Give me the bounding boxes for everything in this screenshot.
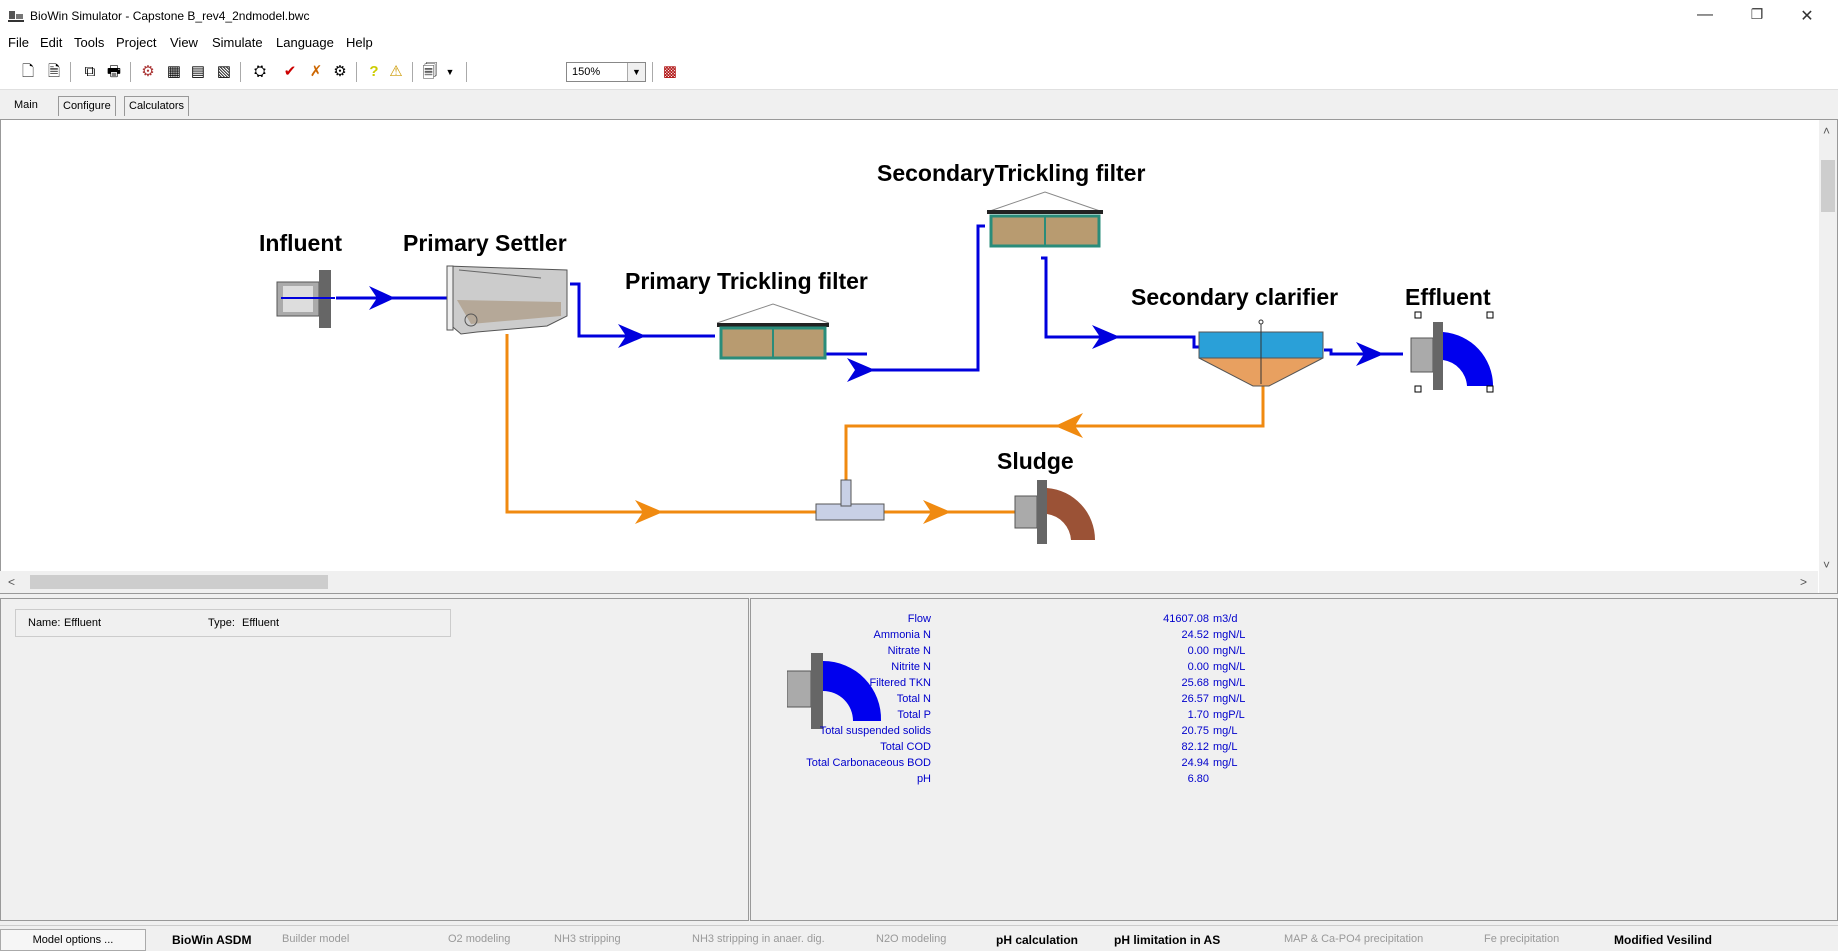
- copy-icon[interactable]: ⧉: [80, 62, 100, 82]
- stat-row: Total N 26.57 mgN/L: [896, 693, 1246, 705]
- stat-row: Total Carbonaceous BOD 24.94 mg/L: [806, 757, 1238, 769]
- check-icon[interactable]: ✔: [280, 62, 300, 82]
- menu-help[interactable]: Help: [346, 35, 373, 50]
- stat-row: pH 6.80: [916, 773, 1209, 785]
- grid-icon[interactable]: ▩: [660, 62, 680, 82]
- label-sludge: Sludge: [997, 448, 1074, 474]
- stat-row: Flow 41607.08 m3/d: [907, 613, 1238, 625]
- secondary-clarifier-unit: [1198, 319, 1324, 387]
- report-icon[interactable]: 🗐: [420, 62, 440, 82]
- label-primary-trickling-filter: Primary Trickling filter: [625, 268, 868, 294]
- status-item: pH calculation: [996, 933, 1079, 947]
- wrench-icon[interactable]: ✗: [306, 62, 326, 82]
- scroll-right-icon[interactable]: >: [1800, 575, 1807, 589]
- horizontal-scroll-thumb[interactable]: [30, 575, 328, 589]
- menu-view[interactable]: View: [170, 35, 198, 50]
- stat-row: Nitrate N 0.00 mgN/L: [887, 645, 1246, 657]
- stat-row: Ammonia N 24.52 mgN/L: [873, 629, 1246, 641]
- report-dropdown-icon[interactable]: ▼: [440, 62, 460, 82]
- settings-icon[interactable]: ⚙: [330, 62, 350, 82]
- stat-row: Total P 1.70 mgP/L: [897, 709, 1245, 721]
- label-secondary-clarifier: Secondary clarifier: [1131, 284, 1339, 310]
- table-icon[interactable]: ▦: [164, 62, 184, 82]
- new-file-icon[interactable]: 🗋: [18, 62, 38, 82]
- element-stats-panel: Flow 41607.08 m3/d Ammonia N 24.52 mgN/L Nit…: [750, 598, 1838, 921]
- menu-tools[interactable]: Tools: [74, 35, 104, 50]
- toolbar: 🗋 🗎 ⧉ 🖶 ⚙ ▦ ▤ ▧ ⛭ ✔ ✗ ⚙ ? ⚠ 🗐 ▼ 150% ▼ ▩: [0, 54, 1838, 90]
- label-primary-settler: Primary Settler: [403, 230, 567, 256]
- primary-settler-unit: [446, 265, 568, 335]
- status-item: Modified Vesilind: [1614, 933, 1713, 947]
- element-info-box: Name: Effluent Type: Effluent: [15, 609, 451, 637]
- title-bar: BioWin Simulator - Capstone B_rev4_2ndmo…: [0, 0, 1838, 32]
- menu-file[interactable]: File: [8, 35, 29, 50]
- status-item: NH3 stripping: [554, 933, 621, 945]
- type-value: Effluent: [242, 617, 280, 629]
- status-model-name: BioWin ASDM: [172, 933, 252, 947]
- status-item: NH3 stripping in anaer. dig.: [692, 933, 825, 945]
- stats-list: Flow 41607.08 m3/d Ammonia N 24.52 mgN/L Nit…: [751, 613, 1251, 789]
- menu-bar: File Edit Tools Project View Simulate La…: [0, 32, 1838, 54]
- vertical-scrollbar[interactable]: ˄ ˅: [1819, 120, 1837, 593]
- tab-calculators[interactable]: Calculators: [124, 96, 190, 116]
- name-value: Effluent: [64, 617, 102, 629]
- sludge-unit: [1014, 480, 1096, 544]
- model-options-button[interactable]: Model options ...: [0, 929, 146, 951]
- influent-unit: [276, 270, 335, 328]
- splitter-unit: [815, 479, 885, 521]
- primary-trickling-filter-unit: [716, 303, 830, 360]
- flowsheet-canvas[interactable]: Influent Primary Settler Primary Trickli…: [0, 119, 1838, 594]
- tab-strip: Main Configure Calculators: [0, 91, 1838, 117]
- help-icon[interactable]: ?: [364, 62, 384, 82]
- status-item: Builder model: [282, 933, 350, 945]
- app-icon: [8, 11, 24, 22]
- label-secondary-trickling-filter: SecondaryTrickling filter: [877, 160, 1146, 186]
- menu-edit[interactable]: Edit: [40, 35, 62, 50]
- menu-language[interactable]: Language: [276, 35, 334, 50]
- chart-icon[interactable]: ▤: [188, 62, 208, 82]
- effluent-unit: [1410, 311, 1494, 393]
- label-influent: Influent: [259, 230, 343, 256]
- restore-button[interactable]: ❐: [1742, 6, 1772, 26]
- scroll-down-icon[interactable]: ˅: [1823, 558, 1830, 572]
- element-details-panel: Name: Effluent Type: Effluent: [0, 598, 749, 921]
- flowsheet-icon[interactable]: ⚙: [138, 62, 158, 82]
- window-title: BioWin Simulator - Capstone B_rev4_2ndmo…: [30, 9, 310, 23]
- status-item: MAP & Ca-PO4 precipitation: [1284, 933, 1424, 945]
- menu-project[interactable]: Project: [116, 35, 156, 50]
- name-label: Name:: [28, 617, 61, 629]
- zoom-value: 150%: [572, 66, 601, 78]
- label-effluent: Effluent: [1405, 284, 1491, 310]
- sludge-lines: [505, 334, 1265, 514]
- scroll-up-icon[interactable]: ˄: [1823, 124, 1830, 138]
- scroll-left-icon[interactable]: <: [8, 575, 15, 589]
- status-bar: Model options ... BioWin ASDM Builder mo…: [0, 925, 1838, 951]
- flow-arrow-icon: [847, 358, 875, 382]
- stat-row: Nitrite N 0.00 mgN/L: [891, 661, 1246, 673]
- print-icon[interactable]: 🖶: [104, 62, 124, 82]
- album-icon[interactable]: ▧: [214, 62, 234, 82]
- status-item: Fe precipitation: [1484, 933, 1560, 945]
- minimize-button[interactable]: —: [1690, 6, 1720, 26]
- tab-main[interactable]: Main: [10, 96, 42, 116]
- menu-simulate[interactable]: Simulate: [212, 35, 263, 50]
- status-item: N2O modeling: [876, 933, 947, 945]
- close-button[interactable]: ✕: [1792, 6, 1822, 26]
- vertical-scroll-thumb[interactable]: [1821, 160, 1835, 212]
- status-item: pH limitation in AS: [1114, 933, 1221, 947]
- chevron-down-icon[interactable]: ▼: [627, 63, 645, 81]
- stat-row: Filtered TKN 25.68 mgN/L: [869, 677, 1246, 689]
- status-item: O2 modeling: [448, 933, 511, 945]
- tab-configure[interactable]: Configure: [58, 96, 116, 116]
- warning-icon[interactable]: ⚠: [386, 62, 406, 82]
- stat-row: Total suspended solids 20.75 mg/L: [819, 725, 1238, 737]
- open-file-icon[interactable]: 🗎: [44, 62, 64, 82]
- secondary-trickling-filter-unit: [986, 191, 1104, 248]
- stat-row: Total COD 82.12 mg/L: [880, 741, 1238, 753]
- horizontal-scrollbar[interactable]: < >: [0, 571, 1818, 593]
- valve-icon[interactable]: ⛭: [250, 62, 270, 82]
- type-label: Type:: [208, 617, 235, 629]
- flowsheet-drawing: [276, 191, 1494, 544]
- zoom-select[interactable]: 150% ▼: [566, 62, 646, 82]
